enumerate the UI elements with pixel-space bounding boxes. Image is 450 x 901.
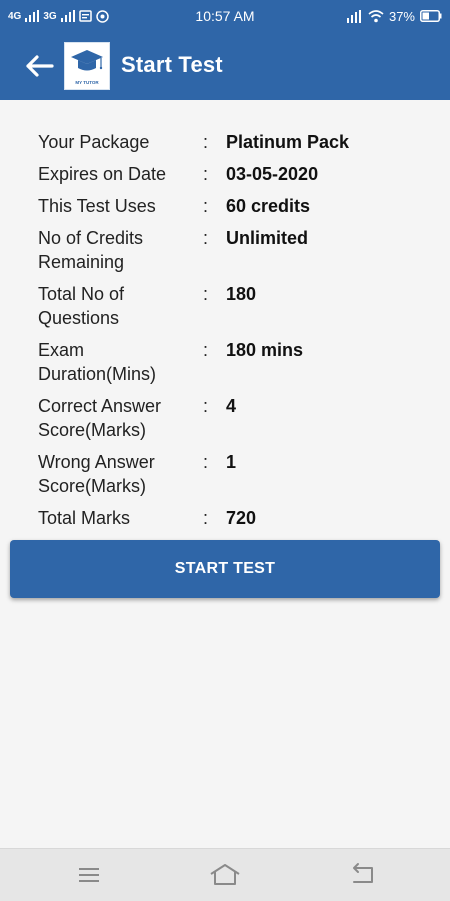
detail-colon: : <box>203 196 209 216</box>
detail-colon: : <box>203 508 209 528</box>
detail-value: 03-05-2020 <box>226 164 319 184</box>
detail-value: 4 <box>226 396 237 416</box>
page-title: Start Test <box>121 52 223 77</box>
nav-back-button[interactable] <box>344 859 380 891</box>
detail-value: 1 <box>226 452 237 472</box>
detail-label: This Test Uses <box>38 196 156 216</box>
detail-label: Total Marks <box>38 508 131 528</box>
detail-colon: : <box>203 284 209 304</box>
detail-value: Unlimited <box>226 228 309 248</box>
detail-value: Platinum Pack <box>226 132 350 152</box>
system-nav-bar <box>0 848 450 901</box>
detail-colon: : <box>203 340 209 360</box>
detail-colon: : <box>203 228 209 248</box>
graduation-cap-icon <box>71 50 103 71</box>
nav-menu-button[interactable] <box>71 859 107 891</box>
detail-label: Your Package <box>38 132 150 152</box>
arrow-left-icon <box>26 55 54 77</box>
battery-percent: 37% <box>388 8 415 24</box>
app-logo: MY TUTOR <box>64 42 110 90</box>
volte-icon <box>346 9 361 23</box>
detail-label: Expires on Date <box>38 164 167 184</box>
menu-icon <box>79 868 99 882</box>
detail-label: Wrong Answer Score(Marks) <box>38 452 155 496</box>
detail-value: 180 mins <box>226 340 304 360</box>
nav-home-button[interactable] <box>207 859 243 891</box>
detail-value: 720 <box>226 508 257 528</box>
app-bar: MY TUTOR Start Test <box>0 32 450 100</box>
wifi-icon <box>368 9 384 22</box>
detail-colon: : <box>203 396 209 416</box>
detail-colon: : <box>203 452 209 472</box>
detail-value: 60 credits <box>226 196 311 216</box>
detail-label: Total No of Questions <box>38 284 125 328</box>
battery-icon <box>420 10 442 22</box>
home-icon <box>210 864 240 885</box>
detail-label: No of Credits Remaining <box>38 228 144 272</box>
logo-text: MY TUTOR <box>75 80 99 85</box>
status-bar: 4G 3G 10:57 AM 37% <box>0 0 450 32</box>
back-button[interactable] <box>22 50 58 82</box>
status-right: 37% <box>346 0 442 32</box>
return-icon <box>353 863 373 883</box>
detail-colon: : <box>203 132 209 152</box>
detail-label: Exam Duration(Mins) <box>38 340 157 384</box>
detail-colon: : <box>203 164 209 184</box>
detail-label: Correct Answer Score(Marks) <box>38 396 162 440</box>
start-test-button[interactable]: START TEST <box>10 540 440 598</box>
detail-value: 180 <box>226 284 257 304</box>
